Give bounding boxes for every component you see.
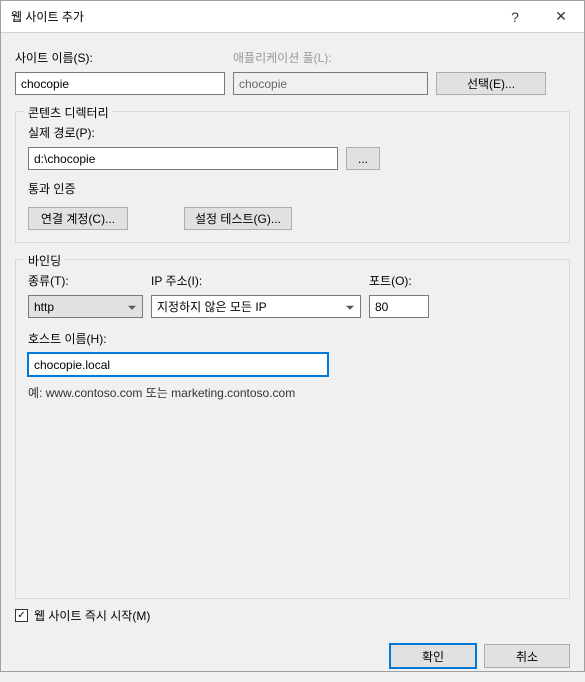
site-name-label: 사이트 이름(S): — [15, 49, 225, 66]
ok-button[interactable]: 확인 — [390, 644, 476, 668]
passthrough-label: 통과 인증 — [28, 182, 76, 196]
app-pool-input — [233, 72, 428, 95]
host-row: 호스트 이름(H): — [28, 330, 557, 376]
select-col: 선택(E)... — [436, 49, 546, 95]
type-col: 종류(T): http — [28, 272, 143, 318]
test-settings-button[interactable]: 설정 테스트(G)... — [184, 207, 292, 230]
site-name-col: 사이트 이름(S): — [15, 49, 225, 95]
port-input[interactable] — [369, 295, 429, 318]
connect-as-button[interactable]: 연결 계정(C)... — [28, 207, 128, 230]
app-pool-label: 애플리케이션 풀(L): — [233, 49, 428, 66]
help-button[interactable]: ? — [492, 1, 538, 33]
site-name-input[interactable] — [15, 72, 225, 95]
physical-path-input[interactable] — [28, 147, 338, 170]
app-pool-col: 애플리케이션 풀(L): — [233, 49, 428, 95]
binding-group-title: 바인딩 — [24, 252, 65, 269]
host-example: 예: www.contoso.com 또는 marketing.contoso.… — [28, 384, 557, 401]
titlebar: 웹 사이트 추가 ? ✕ — [1, 1, 584, 33]
port-col: 포트(O): — [369, 272, 429, 318]
host-label: 호스트 이름(H): — [28, 330, 557, 347]
start-immediately-row[interactable]: ✓ 웹 사이트 즉시 시작(M) — [15, 599, 570, 624]
dialog-window: 웹 사이트 추가 ? ✕ 사이트 이름(S): 애플리케이션 풀(L): 선택(… — [0, 0, 585, 672]
type-value: http — [34, 300, 54, 314]
binding-group: 바인딩 종류(T): http IP 주소(I): 지정하지 않은 모든 IP … — [15, 259, 570, 599]
cancel-button[interactable]: 취소 — [484, 644, 570, 668]
content-dir-group: 콘텐츠 디렉터리 실제 경로(P): ... 통과 인증 연결 계정(C)...… — [15, 111, 570, 243]
ip-select[interactable]: 지정하지 않은 모든 IP — [151, 295, 361, 318]
binding-row1: 종류(T): http IP 주소(I): 지정하지 않은 모든 IP 포트(O… — [28, 272, 557, 318]
port-label: 포트(O): — [369, 272, 429, 289]
start-immediately-checkbox[interactable]: ✓ — [15, 609, 28, 622]
host-name-input[interactable] — [28, 353, 328, 376]
content-area: 사이트 이름(S): 애플리케이션 풀(L): 선택(E)... 콘텐츠 디렉터… — [1, 33, 584, 634]
close-button[interactable]: ✕ — [538, 1, 584, 33]
browse-button[interactable]: ... — [346, 147, 380, 170]
physical-path-row: 실제 경로(P): ... — [28, 124, 557, 170]
site-row: 사이트 이름(S): 애플리케이션 풀(L): 선택(E)... — [15, 49, 570, 95]
type-select[interactable]: http — [28, 295, 143, 318]
physical-path-label: 실제 경로(P): — [28, 124, 557, 141]
ip-label: IP 주소(I): — [151, 272, 361, 289]
ip-value: 지정하지 않은 모든 IP — [157, 298, 267, 315]
start-immediately-label: 웹 사이트 즉시 시작(M) — [34, 607, 150, 624]
content-dir-group-title: 콘텐츠 디렉터리 — [24, 104, 113, 121]
select-app-pool-button[interactable]: 선택(E)... — [436, 72, 546, 95]
type-label: 종류(T): — [28, 272, 143, 289]
window-title: 웹 사이트 추가 — [11, 8, 492, 25]
footer-buttons: 확인 취소 — [1, 634, 584, 682]
passthrough-row: 통과 인증 — [28, 180, 557, 197]
auth-buttons-row: 연결 계정(C)... 설정 테스트(G)... — [28, 207, 557, 230]
ip-col: IP 주소(I): 지정하지 않은 모든 IP — [151, 272, 361, 318]
